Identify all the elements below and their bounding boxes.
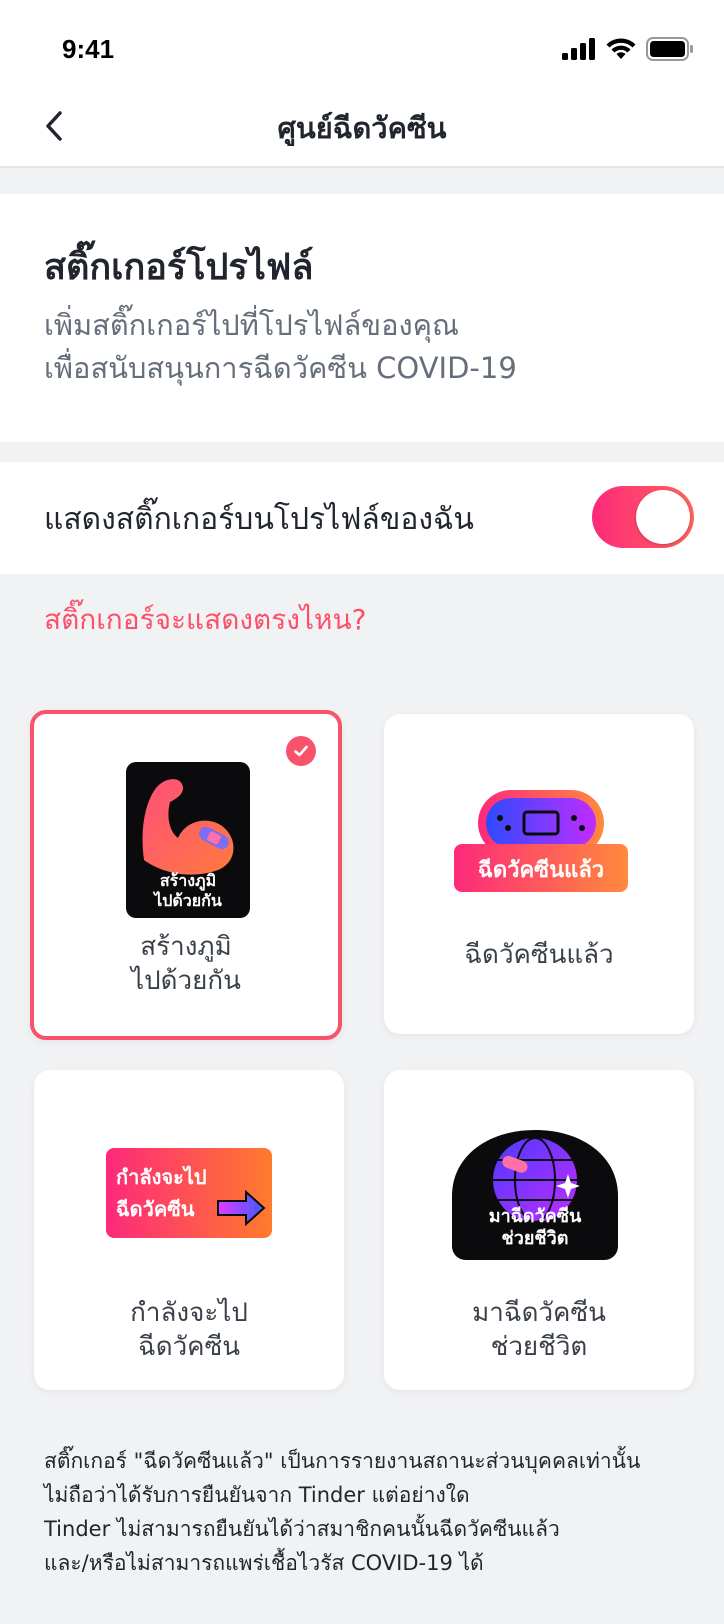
sticker-art-text: ช่วยชีวิต — [502, 1228, 569, 1249]
arrow-sticker-icon: กำลังจะไป ฉีดวัคซีน — [106, 1148, 272, 1238]
sticker-art-text: ฉีดวัคซีนแล้ว — [478, 858, 604, 883]
disclaimer-line: สติ๊กเกอร์ "ฉีดวัคซีนแล้ว" เป็นการรายงาน… — [44, 1449, 641, 1473]
show-sticker-toggle[interactable] — [592, 486, 694, 548]
sticker-label-line: ฉีดวัคซีน — [137, 1332, 240, 1362]
sticker-art-text: ฉีดวัคซีน — [116, 1197, 195, 1221]
selected-check-icon — [286, 736, 316, 766]
status-bar: 9:41 — [0, 0, 724, 90]
sticker-card-save-lives[interactable]: มาฉีดวัคซีน ช่วยชีวิต มาฉีดวัคซีน ช่วยชี… — [384, 1070, 694, 1390]
sticker-art-text: สร้างภูมิ — [160, 871, 216, 892]
sticker-label-line: ช่วยชีวิต — [490, 1332, 588, 1362]
sticker-art-text: กำลังจะไป — [116, 1165, 207, 1189]
status-icons — [562, 36, 694, 62]
disclaimer-line: ไม่ถือว่าได้รับการยืนยันจาก Tinder แต่อย… — [44, 1483, 470, 1507]
sticker-label: มาฉีดวัคซีน ช่วยชีวิต — [384, 1296, 694, 1364]
sticker-card-vaccinated[interactable]: ฉีดวัคซีนแล้ว ฉีดวัคซีนแล้ว — [384, 714, 694, 1034]
sticker-label: สร้างภูมิ ไปด้วยกัน — [34, 930, 338, 998]
nav-bar: ศูนย์ฉีดวัคซีน — [0, 90, 724, 168]
bandage-sticker-icon: ฉีดวัคซีนแล้ว — [454, 790, 628, 892]
disclaimer-line: และ/หรือไม่สามารถแพร่เชื้อไวรัส COVID-19… — [44, 1551, 484, 1575]
cellular-signal-icon — [562, 38, 595, 60]
sticker-card-going-to-vaccinate[interactable]: กำลังจะไป ฉีดวัคซีน กำลังจะไป ฉีดวัคซีน — [34, 1070, 344, 1390]
back-button[interactable] — [32, 104, 76, 148]
toggle-knob — [636, 490, 690, 544]
page-title: ศูนย์ฉีดวัคซีน — [277, 111, 447, 145]
sticker-label-line: ฉีดวัคซีนแล้ว — [464, 940, 614, 970]
chevron-left-icon — [46, 111, 62, 141]
section-description: เพิ่มสติ๊กเกอร์ไปที่โปรไฟล์ของคุณ เพื่อส… — [44, 304, 684, 390]
show-sticker-label: แสดงสติ๊กเกอร์บนโปรไฟล์ของฉัน — [44, 502, 474, 537]
section-title: สติ๊กเกอร์โปรไฟล์ — [44, 247, 314, 288]
status-time: 9:41 — [62, 34, 115, 64]
sticker-label: กำลังจะไป ฉีดวัคซีน — [34, 1296, 344, 1364]
sticker-label: ฉีดวัคซีนแล้ว — [384, 938, 694, 972]
battery-icon — [646, 37, 693, 61]
disclaimer-text: สติ๊กเกอร์ "ฉีดวัคซีนแล้ว" เป็นการรายงาน… — [44, 1444, 694, 1580]
globe-sticker-icon: มาฉีดวัคซีน ช่วยชีวิต — [452, 1130, 618, 1260]
sticker-label-line: กำลังจะไป — [130, 1298, 248, 1328]
sticker-art-text: ไปด้วยกัน — [152, 891, 222, 910]
show-sticker-row: แสดงสติ๊กเกอร์บนโปรไฟล์ของฉัน — [0, 462, 724, 574]
sticker-art-text: มาฉีดวัคซีน — [489, 1206, 582, 1227]
description-line: เพิ่มสติ๊กเกอร์ไปที่โปรไฟล์ของคุณ — [44, 308, 459, 342]
sticker-label-line: ไปด้วยกัน — [131, 966, 241, 996]
description-line: เพื่อสนับสนุนการฉีดวัคซีน COVID-19 — [44, 351, 517, 385]
flexed-arm-sticker-icon: สร้างภูมิ ไปด้วยกัน — [126, 762, 250, 918]
disclaimer-line: Tinder ไม่สามารถยืนยันได้ว่าสมาชิกคนนั้น… — [44, 1517, 560, 1541]
profile-sticker-section: สติ๊กเกอร์โปรไฟล์ เพิ่มสติ๊กเกอร์ไปที่โป… — [0, 194, 724, 442]
sticker-label-line: มาฉีดวัคซีน — [472, 1298, 606, 1328]
where-sticker-shows-link[interactable]: สติ๊กเกอร์จะแสดงตรงไหน? — [44, 598, 366, 642]
sticker-card-build-immunity[interactable]: สร้างภูมิ ไปด้วยกัน สร้างภูมิ ไปด้วยกัน — [30, 710, 342, 1040]
wifi-icon — [606, 38, 636, 59]
sticker-label-line: สร้างภูมิ — [140, 932, 232, 962]
